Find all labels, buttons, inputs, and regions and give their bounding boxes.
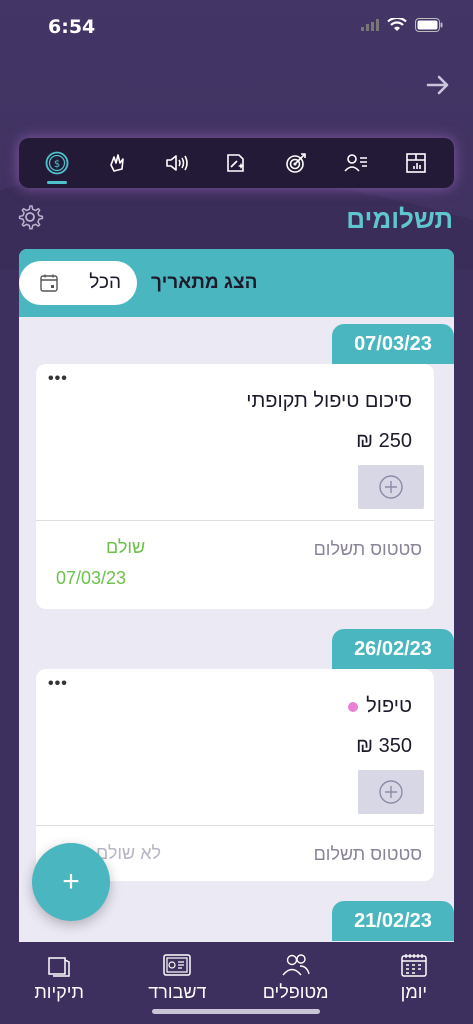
payments-panel: הצג מתאריך הכל 07/03/23 ••• סיכום טיפול … — [19, 249, 454, 949]
svg-text:$: $ — [54, 159, 60, 170]
plus-icon: + — [62, 865, 80, 898]
wifi-icon — [387, 18, 407, 31]
calendar-icon — [401, 954, 427, 977]
dashboard-icon — [163, 954, 192, 976]
folders-icon — [48, 957, 70, 977]
nav-label: יומן — [400, 982, 428, 1002]
payment-status-label: סטטוס תשלום — [313, 844, 422, 864]
date-filter-bar: הצג מתאריך הכל — [19, 249, 454, 317]
payments-icon: $ — [45, 151, 69, 175]
tool-gesture[interactable] — [96, 142, 138, 184]
nav-item-dashboard[interactable]: דשבורד — [122, 952, 232, 1003]
entry-date-tab: 21/02/23 — [332, 901, 454, 941]
payment-amount: 350 ₪ — [356, 735, 412, 757]
patients-icon — [282, 954, 310, 976]
calendar-icon — [40, 274, 58, 292]
status-bar: 6:54 — [0, 0, 473, 50]
add-attachment-button[interactable] — [358, 465, 424, 509]
page-title: תשלומים — [346, 204, 453, 234]
nav-item-calendar[interactable]: יומן — [359, 952, 469, 1003]
payment-amount: 250 ₪ — [356, 430, 412, 452]
nav-label: מטופלים — [262, 982, 329, 1002]
nav-item-folders[interactable]: תיקיות — [4, 952, 114, 1003]
target-icon — [286, 153, 307, 173]
card-divider — [36, 825, 434, 826]
tool-magic[interactable] — [215, 142, 257, 184]
date-filter-value: הכל — [89, 272, 121, 293]
back-arrow-icon[interactable] — [425, 72, 451, 98]
gesture-icon — [109, 154, 124, 172]
status-icons — [361, 18, 443, 32]
tool-sound[interactable] — [156, 142, 198, 184]
entry-date-tab: 07/03/23 — [332, 324, 454, 364]
feature-toolbar: $ — [19, 138, 454, 188]
status-time: 6:54 — [48, 16, 96, 38]
category-dot — [348, 701, 359, 712]
payment-status-label: סטטוס תשלום — [313, 539, 422, 559]
magic-icon — [227, 154, 245, 172]
entry-date-tab: 26/02/23 — [332, 629, 454, 669]
tool-target[interactable] — [275, 142, 317, 184]
payment-card: ••• טיפול 350 ₪ סטטוס תשלום לא שולם — [36, 669, 434, 881]
date-filter-pill[interactable]: הכל — [19, 261, 137, 305]
report-icon — [406, 153, 426, 173]
more-options-icon[interactable]: ••• — [48, 675, 68, 693]
battery-icon — [415, 18, 443, 32]
nav-label: דשבורד — [148, 982, 207, 1002]
date-filter-label: הצג מתאריך — [151, 272, 258, 293]
plus-circle-icon — [379, 475, 403, 499]
payment-title: סיכום טיפול תקופתי — [246, 390, 412, 412]
tool-person-list[interactable] — [335, 142, 377, 184]
tool-report[interactable] — [395, 142, 437, 184]
card-divider — [36, 520, 434, 521]
plus-circle-icon — [379, 780, 403, 804]
sound-icon — [165, 155, 188, 171]
payment-status-value: שולם — [106, 537, 146, 557]
more-options-icon[interactable]: ••• — [48, 370, 68, 388]
add-attachment-button[interactable] — [358, 770, 424, 814]
nav-label: תיקיות — [34, 982, 84, 1002]
payment-status-value: לא שולם — [96, 843, 162, 863]
person-list-icon — [344, 154, 368, 172]
payment-card: ••• סיכום טיפול תקופתי 250 ₪ סטטוס תשלום… — [36, 364, 434, 609]
signal-icon — [361, 19, 379, 31]
home-indicator — [152, 1009, 320, 1014]
add-payment-button[interactable]: + — [32, 843, 110, 921]
settings-gear-icon[interactable] — [16, 203, 44, 231]
tool-payments[interactable]: $ — [36, 142, 78, 184]
payment-status-date: 07/03/23 — [56, 568, 127, 588]
payment-title: טיפול — [348, 695, 412, 718]
payment-title-text: טיפול — [366, 695, 412, 717]
nav-item-patients[interactable]: מטופלים — [241, 952, 351, 1003]
